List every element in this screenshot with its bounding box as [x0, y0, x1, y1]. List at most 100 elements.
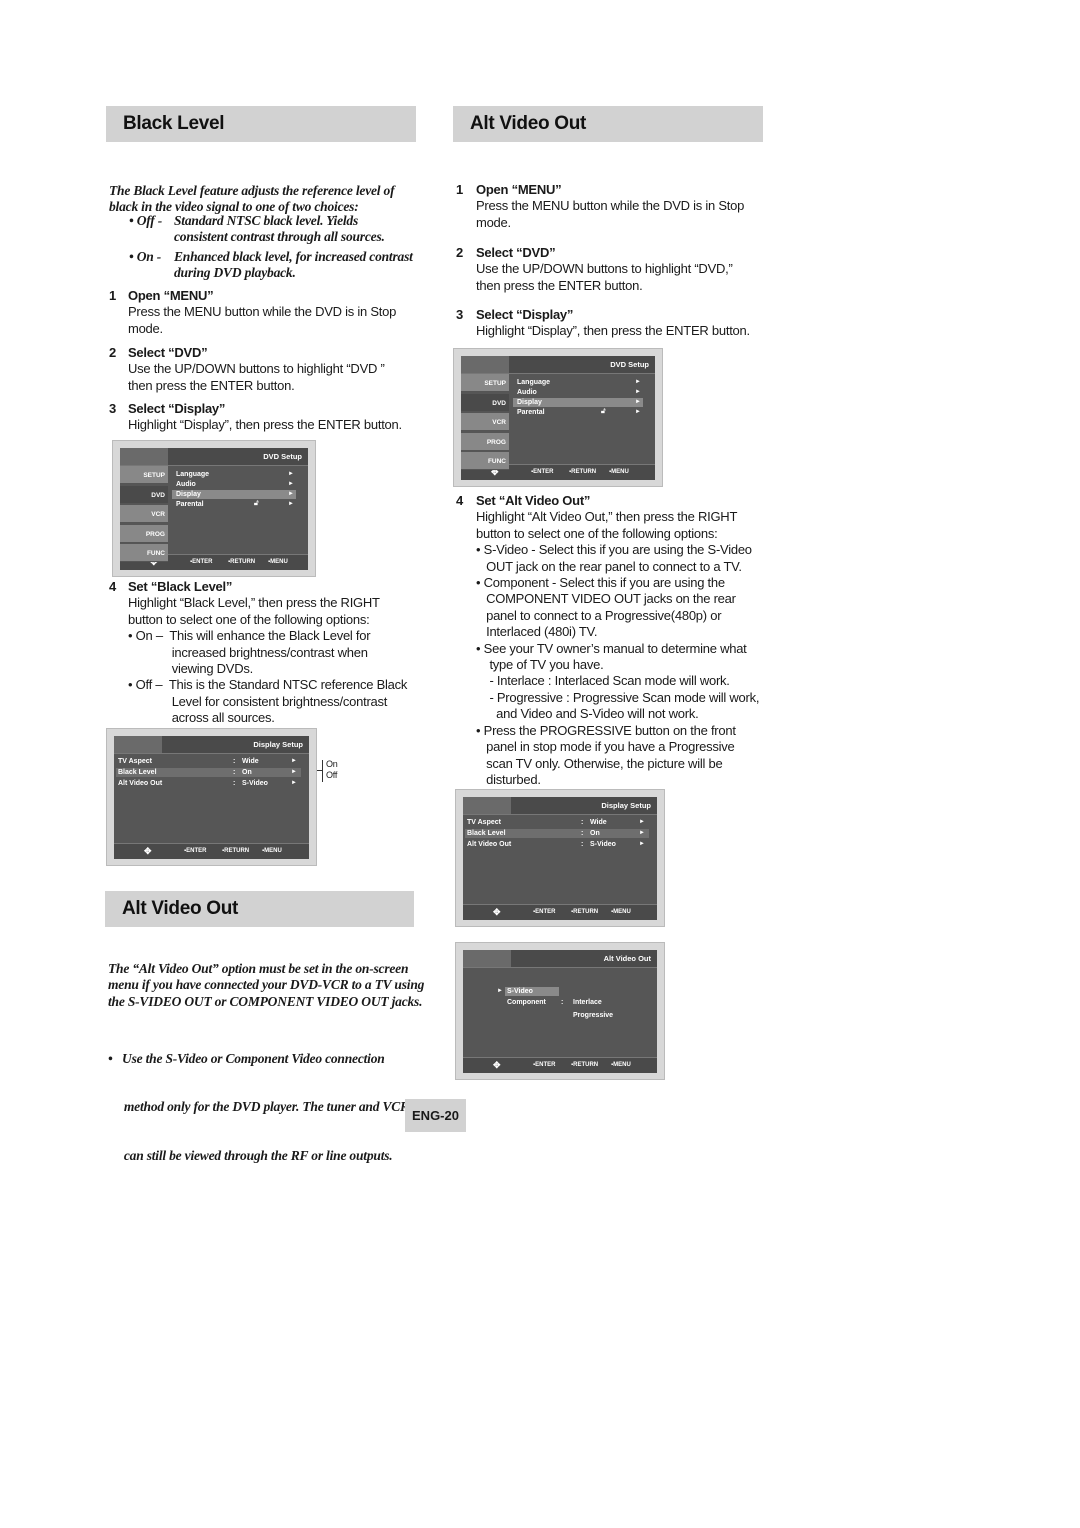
intro-line: The Black Level feature adjusts the refe… — [109, 183, 395, 198]
intro-line: The “Alt Video Out” option must be set i… — [108, 961, 409, 976]
callout-options: On Off — [326, 759, 338, 781]
bullet-line: Enhanced black level, for increased cont… — [174, 249, 413, 264]
footer-return: ▪RETURN — [222, 848, 250, 854]
step-text: • Off – This is the Standard NTSC refere… — [128, 677, 408, 693]
step-text: type of TV you have. — [476, 657, 604, 673]
step-text: button to select one of the following op… — [476, 525, 718, 541]
screen-header-cell — [114, 736, 162, 753]
option-value: Wide — [590, 819, 607, 826]
tab-func: FUNC — [120, 544, 168, 562]
step-text: - Progressive : Progressive Scan mode wi… — [476, 689, 760, 705]
step-1: 1 Open “MENU” Press the MENU button while … — [109, 288, 396, 337]
screen-title: DVD Setup — [263, 452, 302, 461]
step-text: and Video and S-Video will not work. — [476, 706, 699, 722]
step-text: • Component - Select this if you are usi… — [476, 575, 725, 591]
callout-bracket — [322, 760, 323, 782]
step-text: viewing DVDs. — [128, 661, 254, 677]
menu-item-language: Language — [176, 471, 210, 478]
colon: : — [233, 780, 236, 787]
callout-off: Off — [326, 770, 338, 780]
tab-prog: PROG — [120, 524, 168, 543]
screen-display: Display Setup ✥ ▪ENTER ▪RETURN ▪MENU TV Aspec… — [463, 797, 657, 920]
step-number: 3 — [456, 307, 463, 322]
step-text: mode. — [128, 320, 163, 336]
page-number: ENG-20 — [405, 1099, 466, 1132]
footer-return: ▪RETURN — [571, 909, 599, 915]
step-text: disturbed. — [476, 771, 541, 787]
option-label: Alt Video Out — [118, 780, 163, 787]
screen-header-cell — [463, 797, 511, 814]
arrow-icon: ► — [291, 780, 297, 786]
step-text: Highlight “Display”, then press the ENTE… — [476, 323, 750, 339]
nav-icon: ✥ — [144, 846, 152, 856]
arrow-icon: ► — [639, 819, 645, 825]
arrow-icon: ► — [291, 769, 297, 775]
footer-menu: ▪MENU — [262, 848, 282, 854]
step-number: 1 — [456, 182, 463, 197]
step-text: • See your TV owner’s manual to determin… — [476, 640, 747, 656]
step-text: panel to connect to a Progressive(480p) … — [476, 607, 722, 623]
arrow-icon: ► — [291, 758, 297, 764]
tab-setup: SETUP — [120, 466, 168, 484]
footer-enter: ▪ENTER — [533, 1062, 556, 1068]
option-value: Wide — [242, 758, 259, 765]
footer-menu: ▪MENU — [268, 559, 288, 565]
colon: : — [581, 819, 584, 826]
screen-header-cell — [120, 448, 168, 465]
step-number: 4 — [456, 493, 463, 508]
step-text: increased brightness/contrast when — [128, 644, 368, 660]
step-title: Set “Alt Video Out” — [476, 493, 591, 508]
screen-title: Display Setup — [601, 801, 651, 810]
footer-return: ▪RETURN — [228, 559, 256, 565]
step-text: OUT jack on the rear panel to connect to… — [476, 558, 742, 574]
arrow-icon: ► — [639, 841, 645, 847]
screen-title: DVD Setup — [610, 360, 649, 369]
arrow-icon: ► — [288, 491, 294, 497]
step-text: then press the ENTER button. — [128, 377, 295, 393]
step-title: Open “MENU” — [476, 182, 562, 197]
option-value: On — [590, 830, 600, 837]
option-value: S-Video — [590, 841, 616, 848]
step-text: - Interlace : Interlaced Scan mode will … — [476, 673, 730, 689]
tab-vcr: VCR — [461, 413, 509, 431]
intro-bullet-on: • On - Enhanced black level, for increas… — [129, 249, 413, 280]
colon: : — [233, 758, 236, 765]
step-text: Press the MENU button while the DVD is i… — [476, 198, 745, 214]
note-line: • Use the S-Video or Component Video con… — [108, 1050, 385, 1066]
menu-item-display: Display — [176, 491, 201, 498]
step-text: • Press the PROGRESSIVE button on the fr… — [476, 722, 736, 738]
nav-icon: ✥ — [493, 1060, 501, 1070]
lock-icon: 🔓︎ — [254, 500, 259, 507]
tab-setup: SETUP — [461, 374, 509, 392]
intro-line: menu if you have connected your DVD-VCR … — [108, 977, 425, 993]
bullet-label: • Off - — [129, 213, 163, 228]
section-header-black-level: Black Level — [106, 106, 416, 142]
footer-enter: ▪ENTER — [533, 909, 556, 915]
intro-line: the S-VIDEO OUT or COMPONENT VIDEO OUT j… — [108, 993, 423, 1009]
tab-dvd: DVD — [120, 485, 168, 504]
colon: : — [581, 841, 584, 848]
step-4: 4 Set “Alt Video Out” Highlight “Alt Video… — [456, 493, 759, 788]
menu-item-audio: Audio — [176, 481, 196, 488]
step-title: Select “DVD” — [476, 245, 556, 260]
screen-title: Display Setup — [253, 740, 303, 749]
screen-footer: ✥ ▪ENTER ▪RETURN ▪MENU — [463, 1057, 657, 1073]
screen-footer: ✥ ▪ENTER ▪RETURN ▪MENU — [114, 843, 309, 859]
bullet-label: • On - — [129, 249, 162, 264]
bullet-line: during DVD playback. — [174, 264, 296, 280]
callout-on: On — [326, 759, 338, 769]
intro-bullet-off: • Off - Standard NTSC black level. Yield… — [129, 213, 385, 244]
step-title: Select “Display” — [128, 401, 226, 416]
step-text: Interlaced (480i) TV. — [476, 624, 598, 640]
footer-enter: ▪ENTER — [184, 848, 207, 854]
menu-item-language: Language — [517, 379, 551, 386]
step-2: 2 Select “DVD” Use the UP/DOWN buttons to … — [109, 345, 385, 394]
screen-header-cell — [463, 950, 511, 967]
arrow-icon: ► — [635, 399, 641, 405]
step-text: • On – This will enhance the Black Level… — [128, 628, 371, 644]
screen-display: Alt Video Out ✥ ▪ENTER ▪RETURN ▪MENU ► S-Video… — [463, 950, 657, 1073]
arrow-icon: ► — [497, 988, 503, 994]
step-number: 1 — [109, 288, 116, 303]
step-number: 3 — [109, 401, 116, 416]
option-label: TV Aspect — [467, 819, 501, 826]
